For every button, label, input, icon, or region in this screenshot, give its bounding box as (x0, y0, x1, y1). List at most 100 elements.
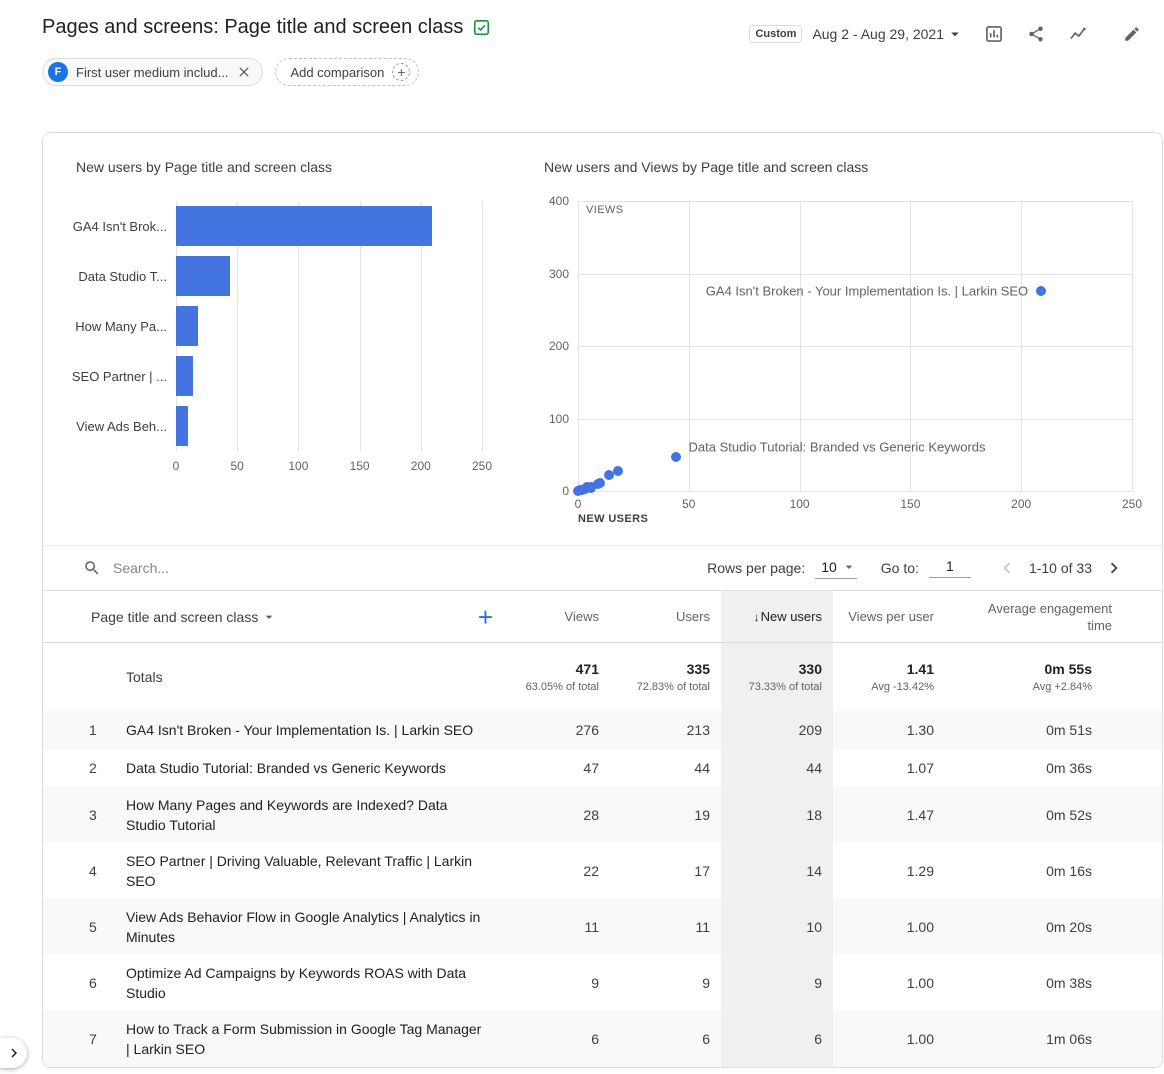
scatter-chart: New users and Views by Page title and sc… (544, 159, 1132, 525)
edit-report-pencil-icon[interactable] (1120, 22, 1144, 46)
scatter-point-13[interactable] (573, 486, 583, 496)
edit-comparison-icon[interactable] (982, 22, 1006, 46)
data-quality-check-icon[interactable] (472, 18, 491, 37)
table-row: 3How Many Pages and Keywords are Indexed… (43, 787, 1162, 843)
row-views: 28 (515, 787, 610, 843)
row-new-users: 6 (721, 1011, 833, 1067)
go-to-page-input[interactable] (929, 558, 971, 578)
scatter-point-label: Data Studio Tutorial: Branded vs Generic… (689, 439, 986, 454)
totals-users: 33572.83% of total (610, 643, 721, 711)
scatter-y-axis: 0100200300400 (544, 201, 578, 491)
row-avg-engagement-time: 0m 36s (945, 749, 1162, 787)
bar-row (176, 201, 496, 251)
report-card: New users by Page title and screen class… (42, 132, 1163, 1068)
x-tick-label: 250 (472, 459, 492, 473)
totals-views: 47163.05% of total (515, 643, 610, 711)
dimension-label: Page title and screen class (91, 609, 258, 625)
row-avg-engagement-time: 1m 06s (945, 1011, 1162, 1067)
totals-new-users: 33073.33% of total (721, 643, 833, 711)
add-comparison-label: Add comparison (290, 65, 384, 80)
y-tick-label: 400 (549, 194, 569, 208)
scatter-point-3[interactable] (613, 466, 623, 476)
page-title: Pages and screens: Page title and screen… (42, 16, 463, 39)
row-users: 11 (610, 899, 721, 955)
sort-descending-icon: ↓ (754, 610, 760, 624)
column-header-views[interactable]: Views (515, 591, 610, 642)
row-users: 6 (610, 1011, 721, 1067)
table-row: 2Data Studio Tutorial: Branded vs Generi… (43, 749, 1162, 787)
bar-row (176, 351, 496, 401)
row-index: 2 (43, 749, 126, 787)
row-page-title: How to Track a Form Submission in Google… (126, 1011, 515, 1067)
bar-1[interactable] (176, 206, 432, 246)
scatter-point-1[interactable] (1036, 286, 1046, 296)
gridline (578, 346, 1132, 347)
row-views-per-user: 1.00 (833, 955, 945, 1011)
close-icon[interactable] (236, 64, 252, 80)
share-icon[interactable] (1024, 22, 1048, 46)
row-page-title: View Ads Behavior Flow in Google Analyti… (126, 899, 515, 955)
dimension-selector[interactable]: Page title and screen class (91, 609, 277, 625)
y-tick-label: 0 (562, 484, 569, 498)
comparison-chip-label: First user medium includ... (76, 65, 228, 80)
column-header-new-users[interactable]: ↓ New users (721, 591, 833, 642)
bar-category-label: How Many Pa... (76, 301, 176, 351)
row-index: 6 (43, 955, 126, 1011)
row-views-per-user: 1.47 (833, 787, 945, 843)
chevron-down-icon (841, 559, 857, 575)
row-page-title: GA4 Isn't Broken - Your Implementation I… (126, 711, 515, 749)
x-tick-label: 200 (1011, 497, 1031, 511)
bar-5[interactable] (176, 406, 188, 446)
date-range-selector[interactable]: Aug 2 - Aug 29, 2021 (812, 25, 964, 43)
row-new-users: 9 (721, 955, 833, 1011)
x-tick-label: 150 (350, 459, 370, 473)
totals-row: Totals 47163.05% of total 33572.83% of t… (43, 643, 1162, 711)
search-input[interactable] (113, 560, 413, 576)
row-avg-engagement-time: 0m 51s (945, 711, 1162, 749)
row-page-title: How Many Pages and Keywords are Indexed?… (126, 787, 515, 843)
charts-section: New users by Page title and screen class… (43, 133, 1162, 545)
date-custom-badge: Custom (749, 25, 802, 43)
insights-icon[interactable] (1066, 22, 1090, 46)
rows-per-page-label: Rows per page: (707, 560, 805, 576)
column-header-views-per-user[interactable]: Views per user (833, 591, 945, 642)
previous-page-icon[interactable] (995, 556, 1019, 580)
x-tick-label: 250 (1122, 497, 1142, 511)
gridline (578, 419, 1132, 420)
bar-category-label: Data Studio T... (76, 251, 176, 301)
bar-chart-x-axis: 050100150200250 (176, 451, 496, 473)
comparison-chip[interactable]: F First user medium includ... (42, 58, 263, 86)
column-header-avg-engagement-time[interactable]: Average engagement time (945, 591, 1162, 642)
row-views: 22 (515, 843, 610, 899)
row-new-users: 18 (721, 787, 833, 843)
gridline (1021, 201, 1022, 491)
scatter-point-4[interactable] (604, 470, 614, 480)
column-header-users[interactable]: Users (610, 591, 721, 642)
scatter-point-2[interactable] (671, 452, 681, 462)
row-new-users: 209 (721, 711, 833, 749)
row-index: 7 (43, 1011, 126, 1067)
add-comparison-button[interactable]: Add comparison + (275, 58, 419, 86)
search-icon (83, 559, 101, 577)
rows-per-page-select[interactable]: 10 (815, 557, 857, 579)
row-users: 9 (610, 955, 721, 1011)
totals-label: Totals (43, 643, 515, 711)
row-views-per-user: 1.00 (833, 1011, 945, 1067)
bar-4[interactable] (176, 356, 193, 396)
table-row: 4SEO Partner | Driving Valuable, Relevan… (43, 843, 1162, 899)
table-row: 5View Ads Behavior Flow in Google Analyt… (43, 899, 1162, 955)
bar-2[interactable] (176, 256, 230, 296)
totals-views-per-user: 1.41Avg -13.42% (833, 643, 945, 711)
next-page-icon[interactable] (1102, 556, 1126, 580)
chevron-down-icon (261, 609, 277, 625)
row-views-per-user: 1.07 (833, 749, 945, 787)
expand-navigation-button[interactable] (0, 1038, 27, 1068)
chevron-right-icon (5, 1044, 23, 1062)
x-tick-label: 0 (575, 497, 582, 511)
bar-3[interactable] (176, 306, 198, 346)
row-avg-engagement-time: 0m 52s (945, 787, 1162, 843)
totals-avg-engagement-time: 0m 55sAvg +2.84% (945, 643, 1162, 711)
add-secondary-dimension-button[interactable]: + (474, 604, 497, 630)
row-index: 1 (43, 711, 126, 749)
table-row: 7How to Track a Form Submission in Googl… (43, 1011, 1162, 1067)
